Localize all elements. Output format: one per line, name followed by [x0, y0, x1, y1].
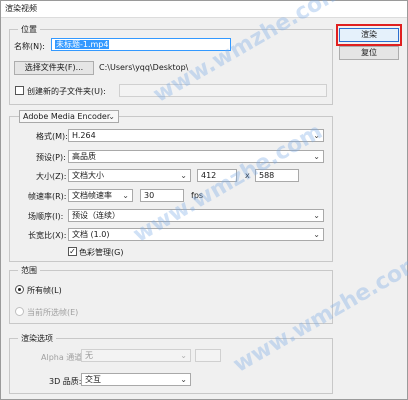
location-group-title: 位置 [18, 24, 40, 35]
preset-label: 预设(P): [36, 153, 66, 162]
create-subfolder-label: 创建新的子文件夹(U): [27, 87, 106, 96]
size-label: 大小(Z): [36, 172, 67, 181]
chevron-down-icon: ⌄ [313, 230, 320, 239]
current-frame-radio[interactable] [15, 307, 24, 316]
size-value: 文档大小 [72, 171, 104, 180]
chevron-down-icon: ⌄ [122, 191, 129, 200]
create-subfolder-checkbox[interactable] [15, 86, 24, 95]
color-manage-checkbox[interactable]: ✓ [68, 247, 77, 256]
chevron-down-icon: ⌄ [180, 375, 187, 384]
encoder-value: Adobe Media Encoder [23, 112, 111, 121]
range-group-title: 范围 [18, 265, 40, 276]
alpha-value: 无 [85, 351, 93, 360]
reset-button[interactable]: 复位 [339, 46, 399, 60]
chevron-down-icon: ⌄ [313, 211, 320, 220]
field-order-value: 预设（连续） [72, 211, 120, 220]
format-value: H.264 [72, 131, 96, 140]
framerate-label: 帧速率(R): [28, 192, 67, 201]
chevron-down-icon: ⌄ [180, 351, 187, 360]
preset-value: 高品质 [72, 152, 96, 161]
chevron-down-icon: ⌄ [180, 171, 187, 180]
chevron-down-icon: ⌄ [313, 152, 320, 161]
choose-folder-button[interactable]: 选择文件夹(F)... [14, 61, 94, 75]
alpha-select[interactable]: 无 ⌄ [81, 349, 191, 362]
framerate-value: 文档帧速率 [72, 191, 112, 200]
render-video-dialog: 渲染视频 渲染 复位 位置 名称(N): 未标题-1.mp4 选择文件夹(F).… [0, 0, 408, 400]
chevron-down-icon: ⌄ [108, 112, 115, 121]
window-title: 渲染视频 [5, 4, 37, 13]
color-manage-label: 色彩管理(G) [79, 248, 124, 257]
current-frame-label: 当前所选帧(E) [27, 308, 79, 317]
highlight-box [336, 24, 402, 46]
framerate-select[interactable]: 文档帧速率 ⌄ [68, 189, 133, 202]
quality-value: 交互 [85, 375, 101, 384]
all-frames-label: 所有帧(L) [27, 286, 62, 295]
render-options-group-title: 渲染选项 [18, 333, 56, 344]
checkmark-icon: ✓ [69, 247, 76, 256]
quality-select[interactable]: 交互 ⌄ [81, 373, 191, 386]
name-value: 未标题-1.mp4 [55, 40, 110, 49]
title-bar: 渲染视频 [1, 1, 407, 18]
name-input[interactable]: 未标题-1.mp4 [51, 38, 231, 51]
alpha-swatch [195, 349, 221, 362]
aspect-select[interactable]: 文档 (1.0) ⌄ [68, 228, 324, 241]
quality-label: 3D 品质: [49, 377, 82, 386]
format-label: 格式(M): [36, 132, 68, 141]
size-select[interactable]: 文档大小 ⌄ [68, 169, 191, 182]
aspect-label: 长宽比(X): [28, 231, 67, 240]
aspect-value: 文档 (1.0) [72, 230, 110, 239]
name-label: 名称(N): [14, 42, 45, 51]
encoder-select[interactable]: Adobe Media Encoder ⌄ [19, 110, 119, 123]
all-frames-radio[interactable] [15, 285, 24, 294]
field-order-label: 场顺序(I): [28, 212, 64, 221]
